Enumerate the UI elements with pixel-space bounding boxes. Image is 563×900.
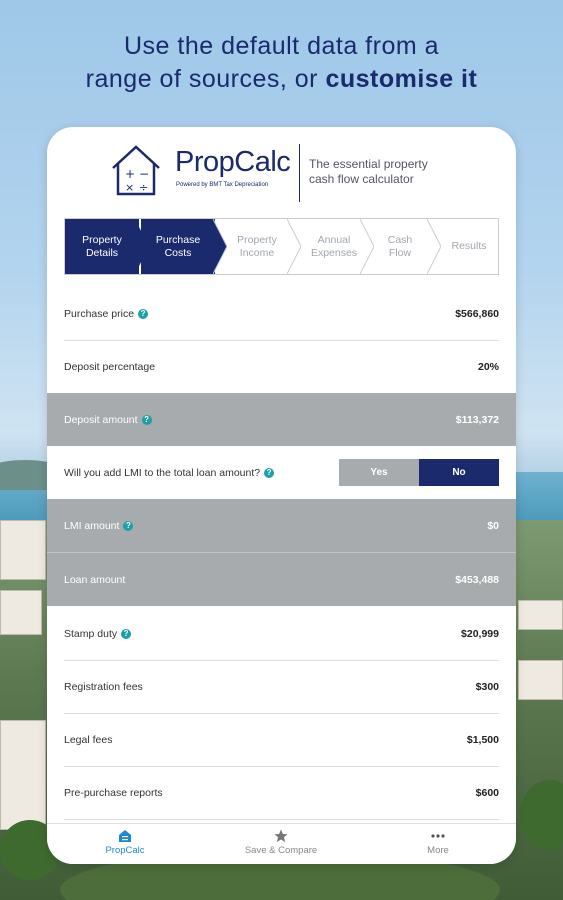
row-legal-fees[interactable]: Legal fees $1,500 <box>47 713 516 766</box>
purchase-price-label: Purchase price <box>64 307 135 320</box>
step-cash-flow[interactable]: Cash Flow <box>374 219 426 274</box>
step-chevron <box>360 219 374 274</box>
step-progress: Property Details Purchase Costs Property In… <box>64 218 499 275</box>
step-chevron <box>427 219 441 274</box>
tab-more-label: More <box>427 845 449 856</box>
more-dots-icon <box>431 834 445 838</box>
svg-text:−: − <box>139 167 149 181</box>
lmi-yes-button[interactable]: Yes <box>339 459 419 486</box>
house-left-3 <box>0 720 46 830</box>
help-icon[interactable]: ? <box>121 628 132 639</box>
stamp-duty-label: Stamp duty <box>64 627 118 640</box>
legal-fees-value[interactable]: $1,500 <box>467 734 499 746</box>
house-left-1 <box>0 520 46 580</box>
loan-amount-label: Loan amount <box>64 573 126 586</box>
svg-text:÷: ÷ <box>139 181 148 194</box>
row-purchase-price[interactable]: Purchase price? $566,860 <box>47 287 516 340</box>
tab-propcalc-label: PropCalc <box>105 845 145 856</box>
calculator-house-icon: + − × ÷ <box>112 145 160 196</box>
lmi-amount-label: LMI amount <box>64 519 120 532</box>
house-right-2 <box>518 660 563 700</box>
row-deposit-percentage[interactable]: Deposit percentage 20% <box>47 340 516 393</box>
row-pre-purchase-reports[interactable]: Pre-purchase reports $600 <box>47 766 516 819</box>
row-registration-fees[interactable]: Registration fees $300 <box>47 660 516 713</box>
deposit-amount-value: $113,372 <box>455 413 499 426</box>
lmi-no-button[interactable]: No <box>419 459 499 486</box>
star-icon <box>274 829 288 842</box>
headline: Use the default data from a range of sou… <box>0 30 563 96</box>
lmi-toggle: Yes No <box>339 459 499 486</box>
help-icon[interactable]: ? <box>141 414 152 425</box>
deposit-percentage-value[interactable]: 20% <box>478 361 499 373</box>
row-deposit-amount: Deposit amount? $113,372 <box>47 393 516 446</box>
tab-propcalc[interactable]: PropCalc <box>65 829 185 856</box>
row-stamp-duty[interactable]: Stamp duty? $20,999 <box>47 607 516 660</box>
brand-tagline: The essential property cash flow calcula… <box>309 157 428 186</box>
stamp-duty-value[interactable]: $20,999 <box>461 628 499 640</box>
bottom-tab-bar: PropCalc Save & Compare More <box>47 823 516 864</box>
row-lmi-question: Will you add LMI to the total loan amoun… <box>47 446 516 499</box>
svg-text:×: × <box>125 181 134 194</box>
step-property-details[interactable]: Property Details <box>65 219 139 274</box>
svg-text:+: + <box>125 167 135 181</box>
lmi-amount-value: $0 <box>487 519 499 532</box>
headline-bold: customise it <box>325 65 478 93</box>
deposit-percentage-label: Deposit percentage <box>64 360 156 373</box>
headline-line-1: Use the default data from a <box>123 32 440 60</box>
legal-fees-label: Legal fees <box>64 733 113 746</box>
deposit-amount-label: Deposit amount <box>64 413 138 426</box>
brand-name: PropCalc <box>175 146 291 178</box>
step-results[interactable]: Results <box>441 219 497 274</box>
lmi-question-label: Will you add LMI to the total loan amoun… <box>64 466 261 479</box>
step-chevron <box>287 219 301 274</box>
registration-fees-value[interactable]: $300 <box>476 681 499 693</box>
tab-more[interactable]: More <box>378 829 498 856</box>
pre-purchase-reports-value[interactable]: $600 <box>476 787 499 799</box>
brand-subtitle: Powered by BMT Tax Depreciation <box>176 182 269 188</box>
tab-save-compare-label: Save & Compare <box>244 845 318 856</box>
headline-plain: range of sources, or <box>85 65 318 93</box>
row-lmi-amount: LMI amount? $0 <box>47 499 516 552</box>
house-calculator-icon <box>119 830 131 842</box>
headline-line-2: range of sources, or customise it <box>0 63 563 96</box>
step-property-income[interactable]: Property Income <box>225 219 289 274</box>
house-left-2 <box>0 590 42 635</box>
registration-fees-label: Registration fees <box>64 680 143 693</box>
tab-save-compare[interactable]: Save & Compare <box>221 829 341 856</box>
row-loan-amount: Loan amount $453,488 <box>47 553 516 606</box>
divider <box>64 819 499 820</box>
step-annual-expenses[interactable]: Annual Expenses <box>301 219 367 274</box>
loan-amount-value: $453,488 <box>455 573 499 586</box>
brand-divider <box>299 144 300 202</box>
step-purchase-costs[interactable]: Purchase Costs <box>141 219 215 274</box>
help-icon[interactable]: ? <box>264 467 275 478</box>
app-card: + − × ÷ PropCalc Powered by BMT Tax Depr… <box>47 127 516 864</box>
brand-header: + − × ÷ PropCalc Powered by BMT Tax Depr… <box>109 144 449 204</box>
help-icon[interactable]: ? <box>123 520 134 531</box>
pre-purchase-reports-label: Pre-purchase reports <box>64 786 163 799</box>
help-icon[interactable]: ? <box>138 308 149 319</box>
purchase-price-value[interactable]: $566,860 <box>455 308 499 320</box>
house-right-1 <box>518 600 563 630</box>
